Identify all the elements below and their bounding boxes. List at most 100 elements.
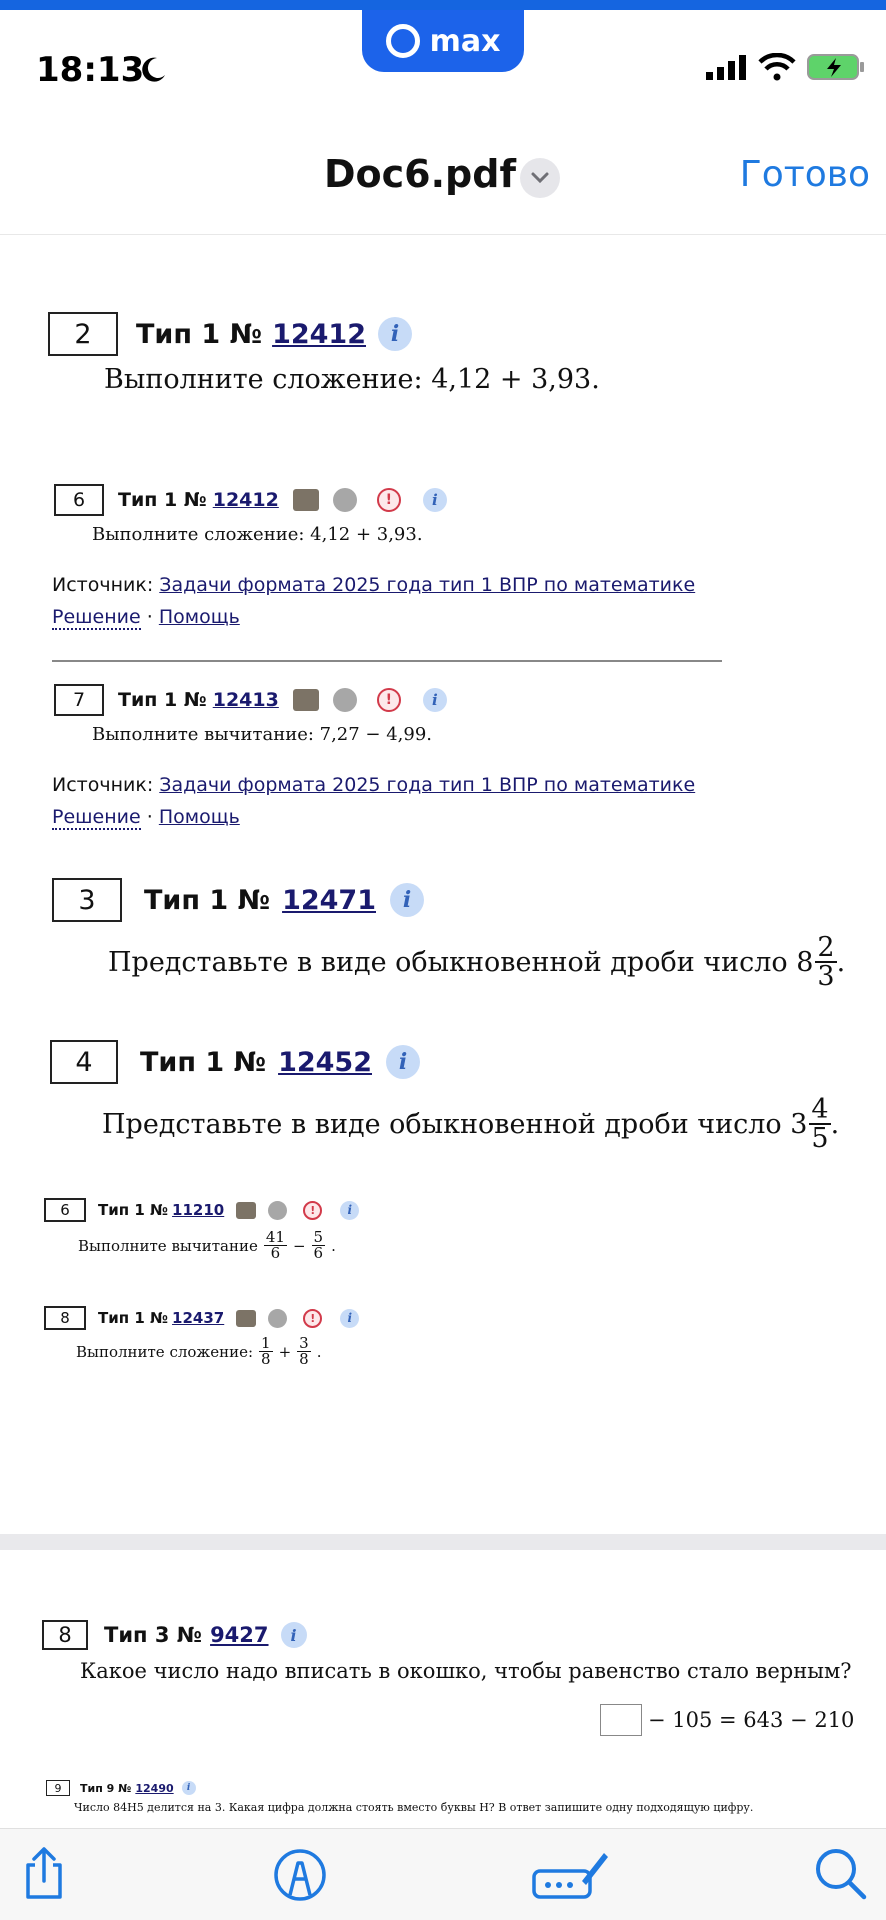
info-icon[interactable]: i [378,317,412,351]
task-id-link[interactable]: 12471 [282,885,376,916]
page-separator [0,1534,886,1550]
task-id-link[interactable]: 12437 [172,1309,224,1327]
source-link[interactable]: Задачи формата 2025 года тип 1 ВПР по ма… [159,574,695,596]
briefcase-icon [236,1201,257,1219]
info-icon[interactable]: i [181,1781,196,1795]
task-number: 4 [50,1040,118,1084]
task-source: Источник: Задачи формата 2025 года тип 1… [52,574,695,596]
fraction: 3 8 [297,1336,311,1367]
share-icon[interactable] [16,1845,72,1901]
task-id-link[interactable]: 12490 [135,1782,173,1795]
moon-icon [142,57,165,82]
task-number: 6 [54,484,104,516]
task-header: 6 Тип 1 № 11210 ! i [44,1198,360,1222]
search-icon[interactable] [812,1845,868,1901]
warning-icon[interactable]: ! [303,1200,323,1220]
task-header: 4 Тип 1 № 12452 i [50,1040,420,1084]
fraction-denominator: 8 [299,1350,309,1368]
source-label: Источник: [52,774,154,796]
fraction: 1 8 [259,1336,273,1367]
task-source: Источник: Задачи формата 2025 года тип 1… [52,774,695,796]
max-label: max [429,23,501,59]
fraction-numerator: 2 [815,932,837,963]
task-text: Выполните сложение: 4,12 + 3,93. [104,364,600,395]
task-text-main: Выполните вычитание [78,1236,258,1255]
separator: · [146,606,153,628]
task-text-main: Представьте в виде обыкновенной дроби чи… [102,1108,808,1140]
title-menu-button[interactable] [520,158,560,198]
fraction-denominator: 3 [817,961,835,992]
solution-link[interactable]: Решение [52,606,141,630]
briefcase-icon [236,1309,257,1327]
task-header: 2 Тип 1 № 12412 i [48,312,412,356]
info-icon[interactable]: i [422,688,447,712]
task-number: 9 [46,1780,70,1796]
status-dot-icon [332,688,357,712]
equation: − 105 = 643 − 210 [600,1704,854,1736]
briefcase-icon [292,489,319,511]
task-header: 9 Тип 9 № 12490 i [46,1780,196,1796]
source-link[interactable]: Задачи формата 2025 года тип 1 ВПР по ма… [159,774,695,796]
task-id-link[interactable]: 12412 [272,319,366,350]
status-time: 18:13 [36,50,145,90]
fraction: 4 5 [809,1094,831,1152]
document-title[interactable]: Doc6.pdf [324,152,516,196]
warning-icon[interactable]: ! [303,1308,323,1328]
info-icon[interactable]: i [340,1200,360,1220]
info-icon[interactable]: i [422,488,447,512]
fraction: 41 6 [263,1230,287,1262]
task-header: 8 Тип 1 № 12437 ! i [44,1306,360,1330]
signature-icon[interactable] [532,1845,610,1901]
task-id-link[interactable]: 9427 [210,1623,268,1647]
task-type: Тип 1 № [136,318,263,350]
battery-charging-icon [807,54,864,80]
help-link[interactable]: Помощь [159,806,240,828]
max-logo-icon [385,24,420,58]
task-text-main: Представьте в виде обыкновенной дроби чи… [108,946,814,978]
task-header: 7 Тип 1 № 12413 ! i [54,684,447,716]
info-icon[interactable]: i [386,1045,420,1079]
task-id-link[interactable]: 11210 [172,1201,224,1219]
info-icon[interactable]: i [340,1308,360,1328]
warning-icon[interactable]: ! [376,688,401,712]
fraction-denominator: 6 [270,1244,281,1262]
task-text: Представьте в виде обыкновенной дроби чи… [108,932,846,992]
help-link[interactable]: Помощь [159,606,240,628]
task-type: Тип 3 № [104,1623,203,1647]
equation-text: − 105 = 643 − 210 [648,1708,855,1732]
wifi-icon [758,53,796,81]
document-nav-bar: Doc6.pdf Готово [0,110,886,235]
task-text: Выполните сложение: 1 8 + 3 8 . [76,1334,322,1368]
done-button[interactable]: Готово [740,154,870,195]
task-text: Число 84H5 делится на 3. Какая цифра дол… [74,1801,754,1814]
warning-icon[interactable]: ! [376,488,401,512]
task-number: 7 [54,684,104,716]
task-header: 3 Тип 1 № 12471 i [52,878,424,922]
info-icon[interactable]: i [280,1622,307,1648]
answer-box[interactable] [600,1704,642,1736]
task-id-link[interactable]: 12412 [213,489,279,511]
task-text: Представьте в виде обыкновенной дроби чи… [102,1094,840,1154]
fraction: 2 3 [815,932,837,992]
markup-icon[interactable] [272,1845,328,1901]
task-type: Тип 9 № [80,1781,132,1795]
info-icon[interactable]: i [390,883,424,917]
fraction-denominator: 8 [261,1350,271,1368]
task-number: 8 [44,1306,86,1330]
task-id-link[interactable]: 12452 [278,1047,372,1078]
task-text: Выполните вычитание: 7,27 − 4,99. [92,724,433,745]
chevron-down-icon [531,172,549,184]
status-dot-icon [332,488,357,512]
fraction-numerator: 4 [809,1094,831,1125]
status-dot-icon [268,1200,288,1220]
status-dot-icon [268,1308,288,1328]
solution-link[interactable]: Решение [52,806,141,830]
task-actions: Решение · Помощь [52,606,240,630]
task-id-link[interactable]: 12413 [213,689,279,711]
max-app-badge[interactable]: max [362,10,524,72]
task-type: Тип 1 № [98,1309,169,1327]
task-type: Тип 1 № [118,489,207,511]
fraction-denominator: 6 [313,1244,324,1262]
signal-icon [706,55,746,80]
source-label: Источник: [52,574,154,596]
